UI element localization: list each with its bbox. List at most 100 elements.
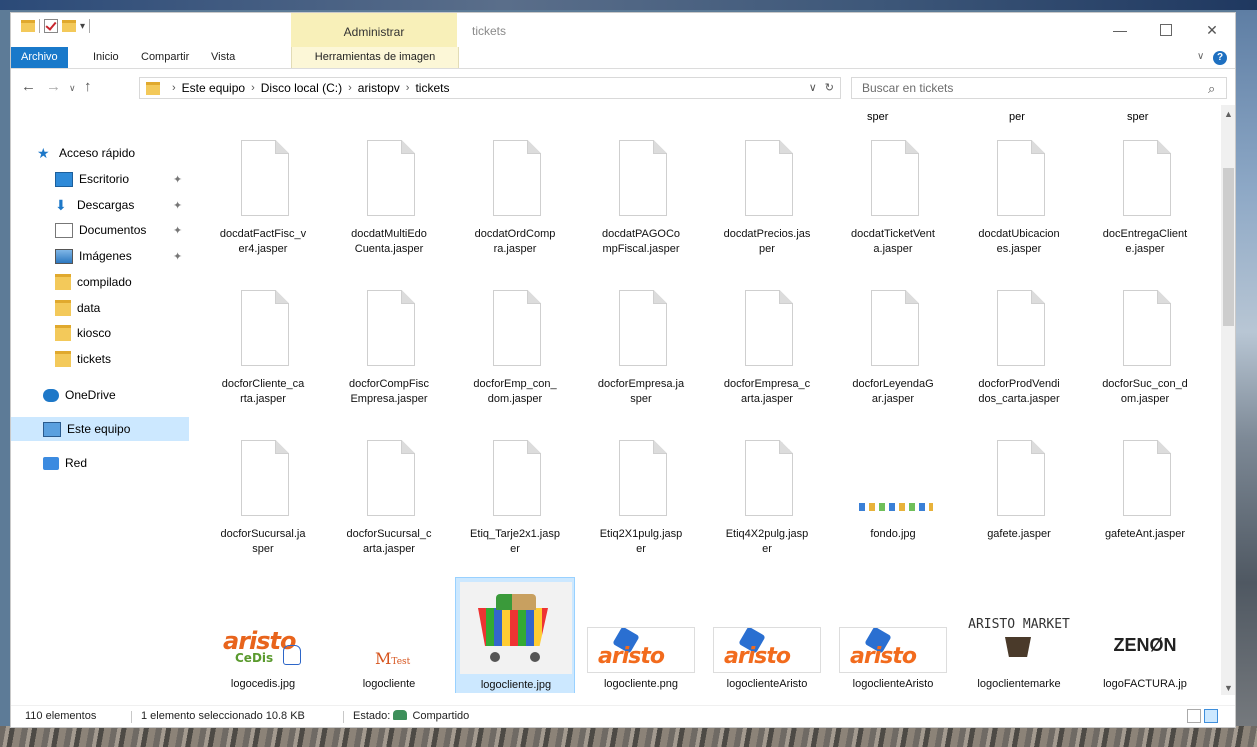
tab-inicio[interactable]: Inicio	[85, 47, 127, 68]
help-icon[interactable]: ?	[1213, 51, 1227, 65]
file-item[interactable]: docdatMultiEdo Cuenta.jasper	[329, 127, 449, 277]
maximize-button[interactable]	[1143, 13, 1189, 47]
details-view-icon[interactable]	[1187, 709, 1201, 723]
file-item[interactable]: docdatUbicacion es.jasper	[959, 127, 1079, 277]
breadcrumb-tickets[interactable]: tickets	[415, 81, 449, 95]
breadcrumb-separator: ›	[172, 82, 176, 94]
tab-herramientas-de-imagen[interactable]: Herramientas de imagen	[291, 47, 459, 68]
nav-item-label: OneDrive	[65, 388, 116, 402]
new-folder-icon[interactable]	[62, 20, 76, 32]
file-item[interactable]: docforEmpresa_c arta.jasper	[707, 277, 827, 427]
file-item[interactable]: docforLeyendaG ar.jasper	[833, 277, 953, 427]
file-item[interactable]: ARISTO MARKET logoclientemarke t.jpg	[959, 577, 1079, 693]
search-input[interactable]: Buscar en tickets	[851, 77, 1227, 99]
breadcrumb-disco-local[interactable]: Disco local (C:)	[261, 81, 342, 95]
nav-item-tickets[interactable]: tickets	[11, 347, 189, 371]
nav-item-onedrive[interactable]: OneDrive	[11, 383, 189, 407]
nav-item-compilado[interactable]: compilado	[11, 270, 189, 294]
tab-vista[interactable]: Vista	[203, 47, 243, 68]
breadcrumb-aristopv[interactable]: aristopv	[358, 81, 400, 95]
close-button[interactable]: ✕	[1189, 13, 1235, 47]
properties-icon[interactable]	[44, 19, 58, 33]
nav-item-imagenes[interactable]: Imágenes ✦	[11, 244, 189, 268]
file-item[interactable]: fondo.jpg	[833, 427, 953, 577]
up-button[interactable]: ↑	[84, 78, 92, 95]
file-item[interactable]: docforCliente_ca rta.jasper	[203, 277, 323, 427]
nav-item-documentos[interactable]: Documentos ✦	[11, 218, 189, 242]
desktop-icon	[55, 171, 73, 187]
nav-item-descargas[interactable]: ⬇ Descargas ✦	[11, 193, 189, 217]
file-item[interactable]: aristo logoclienteAristo em.jpg	[707, 577, 827, 693]
file-name-line: docdatOrdComp	[474, 228, 556, 240]
refresh-icon[interactable]: ↻	[825, 81, 834, 94]
file-item[interactable]: docdatOrdComp ra.jasper	[455, 127, 575, 277]
breadcrumb-este-equipo[interactable]: Este equipo	[182, 81, 245, 95]
document-file-icon	[233, 290, 293, 366]
address-bar[interactable]: › Este equipo › Disco local (C:) › arist…	[139, 77, 841, 99]
file-name: gafeteAnt.jasper	[1085, 527, 1205, 542]
document-file-icon	[737, 290, 797, 366]
expand-ribbon-icon[interactable]: ∨	[1197, 51, 1204, 62]
file-name-line: gafete.jasper	[987, 528, 1051, 540]
scrollbar-thumb[interactable]	[1223, 168, 1234, 326]
nav-item-kiosco[interactable]: kiosco	[11, 321, 189, 345]
file-item[interactable]: docforEmp_con_ dom.jasper	[455, 277, 575, 427]
file-item[interactable]: docEntregaClient e.jasper	[1085, 127, 1205, 277]
file-item[interactable]: Etiq_Tarje2x1.jasp er	[455, 427, 575, 577]
large-icons-view-icon[interactable]	[1204, 709, 1218, 723]
file-item[interactable]: aristo CeDis logocedis.jpg	[203, 577, 323, 693]
file-item[interactable]: docforEmpresa.ja sper	[581, 277, 701, 427]
document-file-icon	[485, 290, 545, 366]
nav-item-este-equipo[interactable]: Este equipo	[11, 417, 189, 441]
nav-item-label: Escritorio	[79, 172, 130, 186]
status-bar: 110 elementos 1 elemento seleccionado 10…	[11, 705, 1235, 727]
file-name-line: arta.jasper	[741, 393, 793, 405]
scroll-down-icon[interactable]: ▼	[1224, 683, 1233, 693]
file-item[interactable]: docforSucursal_c arta.jasper	[329, 427, 449, 577]
file-item[interactable]: aristo logoclienteAristo em.png	[833, 577, 953, 693]
file-item[interactable]: gafete.jasper	[959, 427, 1079, 577]
nav-item-acceso-rapido[interactable]: ★ Acceso rápido	[11, 141, 189, 165]
file-item[interactable]: ZENØN logoFACTURA.jp g	[1085, 577, 1205, 693]
file-item[interactable]: MTest logocliente (copia).jpg	[329, 577, 449, 693]
file-item[interactable]: docforSuc_con_d om.jasper	[1085, 277, 1205, 427]
file-name-line: docdatPrecios.jas	[723, 228, 811, 240]
customize-toolbar-icon[interactable]: ▾	[80, 21, 85, 32]
file-item[interactable]: docdatPAGOCo mpFiscal.jasper	[581, 127, 701, 277]
file-item[interactable]: aristo logocliente.png	[581, 577, 701, 693]
address-history-icon[interactable]: ∨	[809, 81, 817, 94]
search-icon[interactable]: ⌕	[1208, 81, 1215, 97]
tab-compartir[interactable]: Compartir	[133, 47, 197, 68]
file-item[interactable]: logocliente.jpg	[455, 577, 575, 693]
file-item[interactable]: gafeteAnt.jasper	[1085, 427, 1205, 577]
nav-item-red[interactable]: Red	[11, 451, 189, 475]
share-state-value: Compartido	[412, 710, 470, 722]
scroll-up-icon[interactable]: ▲	[1224, 109, 1233, 119]
file-label-partial: sper	[1127, 111, 1149, 123]
file-name-line: rta.jasper	[240, 393, 286, 405]
file-item[interactable]: docforCompFisc Empresa.jasper	[329, 277, 449, 427]
file-item[interactable]: docforProdVendi dos_carta.jasper	[959, 277, 1079, 427]
status-divider	[343, 711, 344, 723]
recent-locations-icon[interactable]: ∨	[69, 83, 76, 94]
nav-item-data[interactable]: data	[11, 296, 189, 320]
file-name-line: er	[762, 543, 772, 555]
file-name: logoclienteAristo em.jpg	[707, 677, 827, 693]
nav-item-escritorio[interactable]: Escritorio ✦	[11, 167, 189, 191]
file-name: logocliente (copia).jpg	[329, 677, 449, 693]
file-name-line: Cuenta.jasper	[354, 243, 424, 255]
file-item[interactable]: docdatTicketVent a.jasper	[833, 127, 953, 277]
documents-icon	[55, 222, 73, 238]
back-button[interactable]: ←	[21, 78, 36, 95]
file-item[interactable]: docforSucursal.ja sper	[203, 427, 323, 577]
minimize-button[interactable]: —	[1097, 13, 1143, 47]
ribbon-tabs: Archivo Inicio Compartir Vista Herramien…	[11, 47, 1235, 69]
tab-archivo[interactable]: Archivo	[11, 47, 68, 68]
file-item[interactable]: Etiq4X2pulg.jasp er	[707, 427, 827, 577]
file-item[interactable]: docdatFactFisc_v er4.jasper	[203, 127, 323, 277]
file-item[interactable]: Etiq2X1pulg.jasp er	[581, 427, 701, 577]
file-item[interactable]: docdatPrecios.jas per	[707, 127, 827, 277]
pictures-icon	[55, 248, 73, 264]
download-icon: ⬇	[55, 196, 67, 213]
forward-button[interactable]: →	[46, 78, 61, 95]
